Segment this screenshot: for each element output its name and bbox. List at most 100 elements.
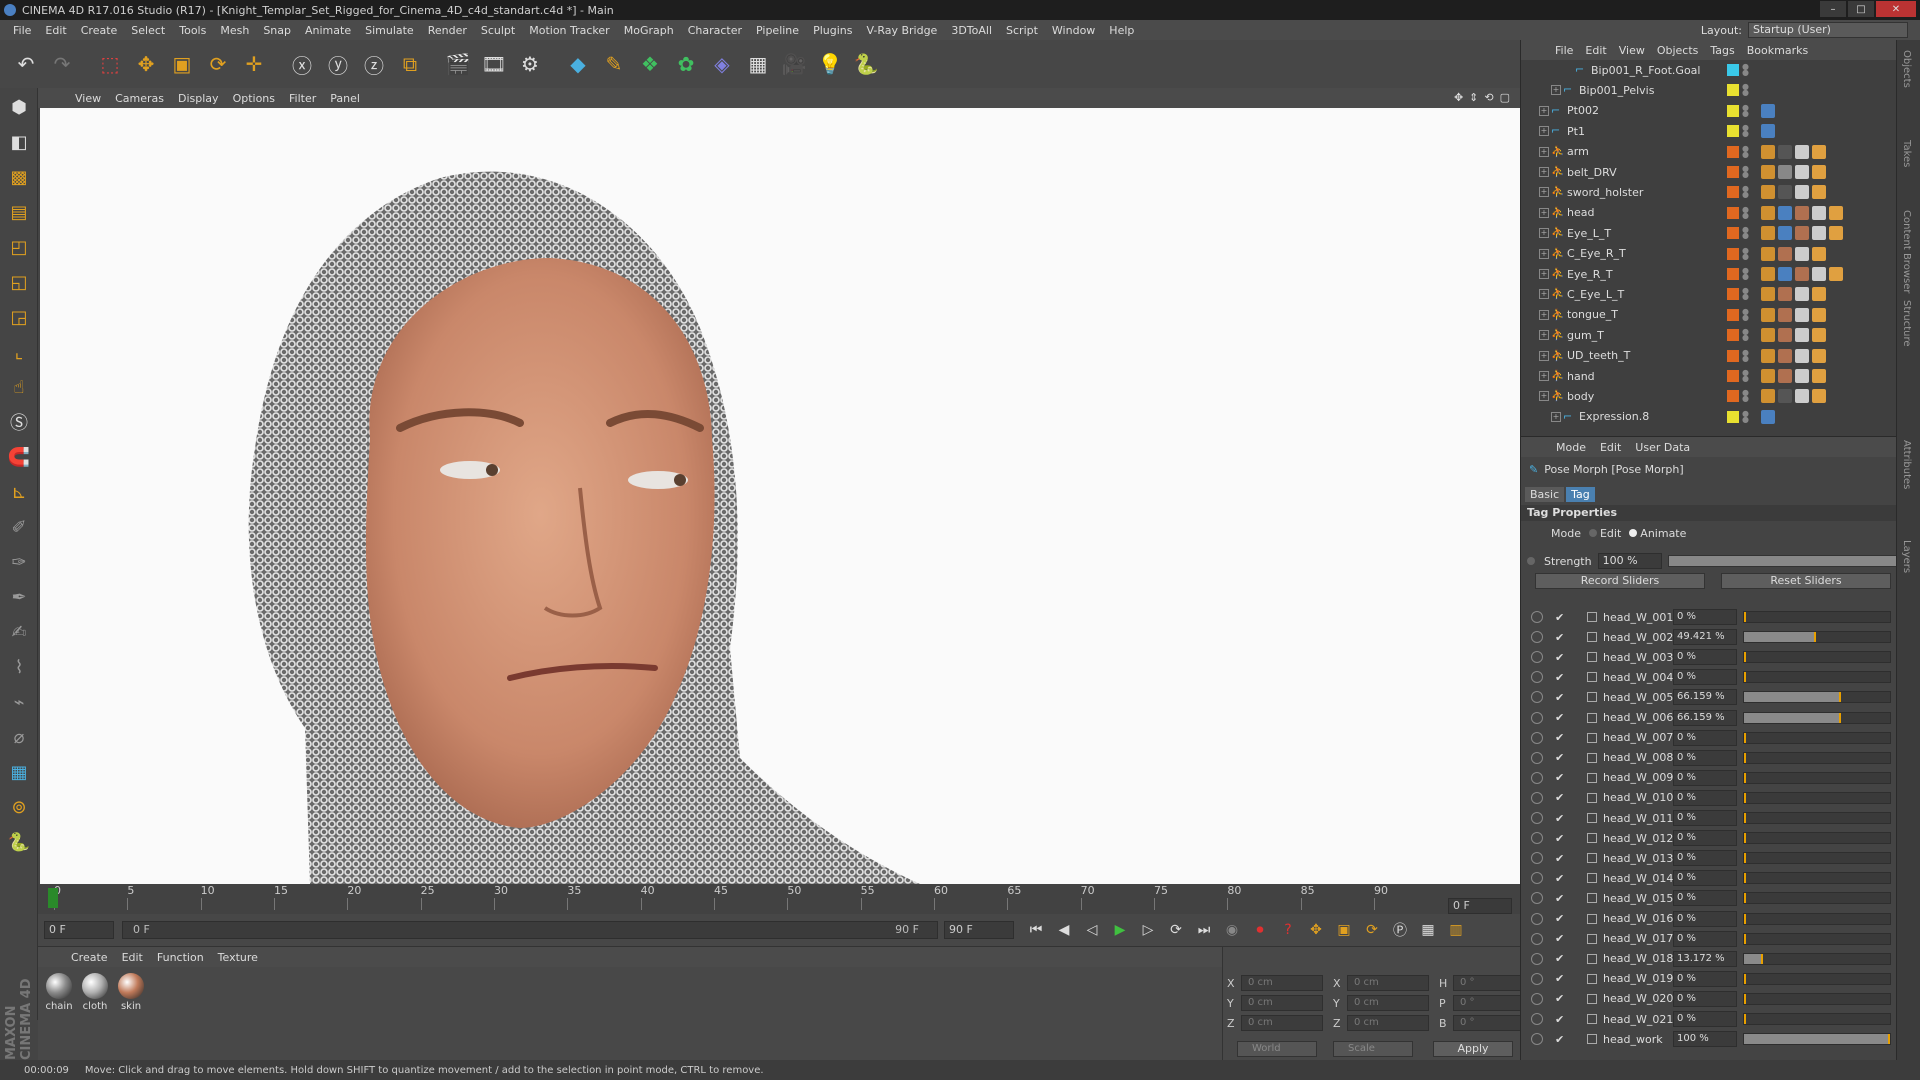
layout-dropdown[interactable]: Startup (User)	[1748, 22, 1908, 38]
apply-button[interactable]: Apply	[1433, 1041, 1513, 1057]
tweak-icon[interactable]: ☝	[3, 371, 35, 403]
visibility-dots-icon[interactable]: ● ●	[1742, 103, 1749, 117]
object-row[interactable]: + ⛹ body ● ●	[1521, 386, 1889, 406]
material-item[interactable]: cloth	[80, 973, 110, 1012]
visibility-dots-icon[interactable]: ● ●	[1742, 226, 1749, 240]
edges-mode-icon[interactable]: ◱	[3, 266, 35, 298]
animation-toggle-icon[interactable]	[1531, 671, 1543, 684]
object-tag-icon[interactable]	[1795, 226, 1809, 241]
side-tab-content-browser[interactable]: Content Browser	[1901, 210, 1912, 293]
object-tag-icon[interactable]	[1795, 165, 1809, 179]
strength-slider[interactable]	[1667, 555, 1898, 567]
layer-color-icon[interactable]	[1727, 370, 1739, 382]
object-tag-icon[interactable]	[1778, 369, 1792, 383]
sculpt-inflate-icon[interactable]: ⌇	[3, 651, 35, 683]
object-tag-icon[interactable]	[1829, 267, 1843, 281]
morph-value-field[interactable]: 100 %	[1673, 1031, 1737, 1048]
object-tag-icon[interactable]	[1778, 226, 1792, 241]
morph-value-field[interactable]: 66.159 %	[1673, 709, 1737, 726]
layer-color-icon[interactable]	[1727, 64, 1739, 76]
morph-value-field[interactable]: 66.159 %	[1673, 689, 1737, 706]
axis-mode-icon[interactable]: ⌞	[3, 336, 35, 368]
object-tag-icon[interactable]	[1761, 124, 1775, 139]
model-mode-icon[interactable]: ◧	[3, 126, 35, 158]
expand-icon[interactable]: +	[1539, 350, 1549, 361]
object-row[interactable]: + ⛹ Eye_R_T ● ●	[1521, 264, 1889, 284]
scale-icon[interactable]: ▣	[166, 48, 198, 80]
menu-character[interactable]: Character	[681, 24, 749, 37]
expand-icon[interactable]: +	[1539, 207, 1549, 218]
animation-toggle-icon[interactable]	[1531, 651, 1543, 664]
menu-create[interactable]: Create	[74, 24, 125, 37]
morph-value-field[interactable]: 0 %	[1673, 810, 1737, 826]
rotate-icon[interactable]: ⟳	[202, 48, 234, 80]
strength-field[interactable]: 100 %	[1597, 553, 1662, 569]
visibility-dots-icon[interactable]: ● ●	[1742, 389, 1749, 403]
animation-toggle-icon[interactable]	[1531, 812, 1543, 824]
layer-color-icon[interactable]	[1727, 329, 1739, 342]
morph-slider[interactable]	[1743, 611, 1891, 623]
menu-edit[interactable]: Edit	[38, 24, 73, 37]
coord-field[interactable]: 0 cm	[1347, 995, 1429, 1011]
enable-checkbox[interactable]: ✔	[1555, 671, 1564, 684]
expand-icon[interactable]: +	[1551, 85, 1561, 96]
object-tag-icon[interactable]	[1778, 348, 1792, 363]
morph-slider[interactable]	[1743, 932, 1891, 945]
viewport-menu-cameras[interactable]: Cameras	[108, 92, 171, 105]
menu-render[interactable]: Render	[421, 24, 474, 37]
object-menu-edit[interactable]: Edit	[1579, 44, 1612, 57]
enable-checkbox[interactable]: ✔	[1555, 872, 1564, 885]
object-tag-icon[interactable]	[1761, 287, 1775, 302]
morph-slider[interactable]	[1743, 972, 1891, 985]
attr-menu-mode[interactable]: Mode	[1549, 441, 1593, 454]
layer-color-icon[interactable]	[1727, 247, 1739, 260]
animation-toggle-icon[interactable]	[1531, 872, 1543, 885]
object-tag-icon[interactable]	[1795, 246, 1809, 261]
viewport-menu-filter[interactable]: Filter	[282, 92, 323, 105]
zoom-icon[interactable]: ⇕	[1469, 91, 1478, 104]
animation-toggle-icon[interactable]	[1531, 972, 1543, 985]
next-frame-icon[interactable]: ▷	[1136, 918, 1160, 942]
object-tag-icon[interactable]	[1812, 165, 1826, 179]
object-tag-icon[interactable]	[1812, 328, 1826, 343]
morph-slider[interactable]	[1743, 671, 1891, 684]
morph-value-field[interactable]: 0 %	[1673, 850, 1737, 867]
menu-motion-tracker[interactable]: Motion Tracker	[522, 24, 616, 37]
object-row[interactable]: + ⌐ Bip001_Pelvis ● ●	[1521, 80, 1889, 100]
object-menu-bookmarks[interactable]: Bookmarks	[1741, 44, 1814, 57]
morph-slider[interactable]	[1743, 791, 1891, 804]
object-tag-icon[interactable]	[1795, 389, 1809, 404]
expand-icon[interactable]: +	[1539, 248, 1549, 259]
attr-menu-user-data[interactable]: User Data	[1628, 441, 1697, 454]
object-tag-icon[interactable]	[1761, 328, 1775, 343]
move-icon[interactable]: ✥	[130, 48, 162, 80]
pan-icon[interactable]: ✥	[1454, 91, 1463, 104]
animation-toggle-icon[interactable]	[1531, 691, 1543, 704]
morph-value-field[interactable]: 49.421 %	[1673, 629, 1737, 646]
animation-toggle-icon[interactable]	[1531, 892, 1543, 905]
object-tag-icon[interactable]	[1778, 144, 1792, 159]
enable-checkbox[interactable]: ✔	[1555, 1013, 1564, 1026]
grid-icon[interactable]: ▦	[3, 756, 35, 788]
object-tag-icon[interactable]	[1812, 267, 1826, 281]
deformer-icon[interactable]: ◈	[706, 48, 738, 80]
material-menu-function[interactable]: Function	[150, 951, 211, 964]
menu-script[interactable]: Script	[999, 24, 1045, 37]
floor-icon[interactable]: ▦	[742, 48, 774, 80]
morph-slider[interactable]	[1743, 1033, 1891, 1046]
enable-checkbox[interactable]: ✔	[1555, 992, 1564, 1005]
current-frame-field[interactable]: 0 F	[1448, 898, 1512, 914]
object-menu-tags[interactable]: Tags	[1704, 44, 1740, 57]
object-tag-icon[interactable]	[1761, 103, 1775, 118]
layer-color-icon[interactable]	[1727, 104, 1739, 117]
object-tag-icon[interactable]	[1778, 246, 1792, 261]
morph-slider[interactable]	[1743, 852, 1891, 865]
prev-frame-icon[interactable]: ◁	[1080, 918, 1104, 942]
viewport-menu-display[interactable]: Display	[171, 92, 226, 105]
object-row[interactable]: + ⌐ Pt002 ● ●	[1521, 101, 1889, 121]
object-tag-icon[interactable]	[1812, 307, 1826, 322]
sculpt-pull-icon[interactable]: ✑	[3, 546, 35, 578]
transform-icon[interactable]: ✛	[238, 48, 270, 80]
morph-value-field[interactable]: 0 %	[1673, 1011, 1737, 1027]
visibility-dots-icon[interactable]: ● ●	[1742, 124, 1749, 138]
